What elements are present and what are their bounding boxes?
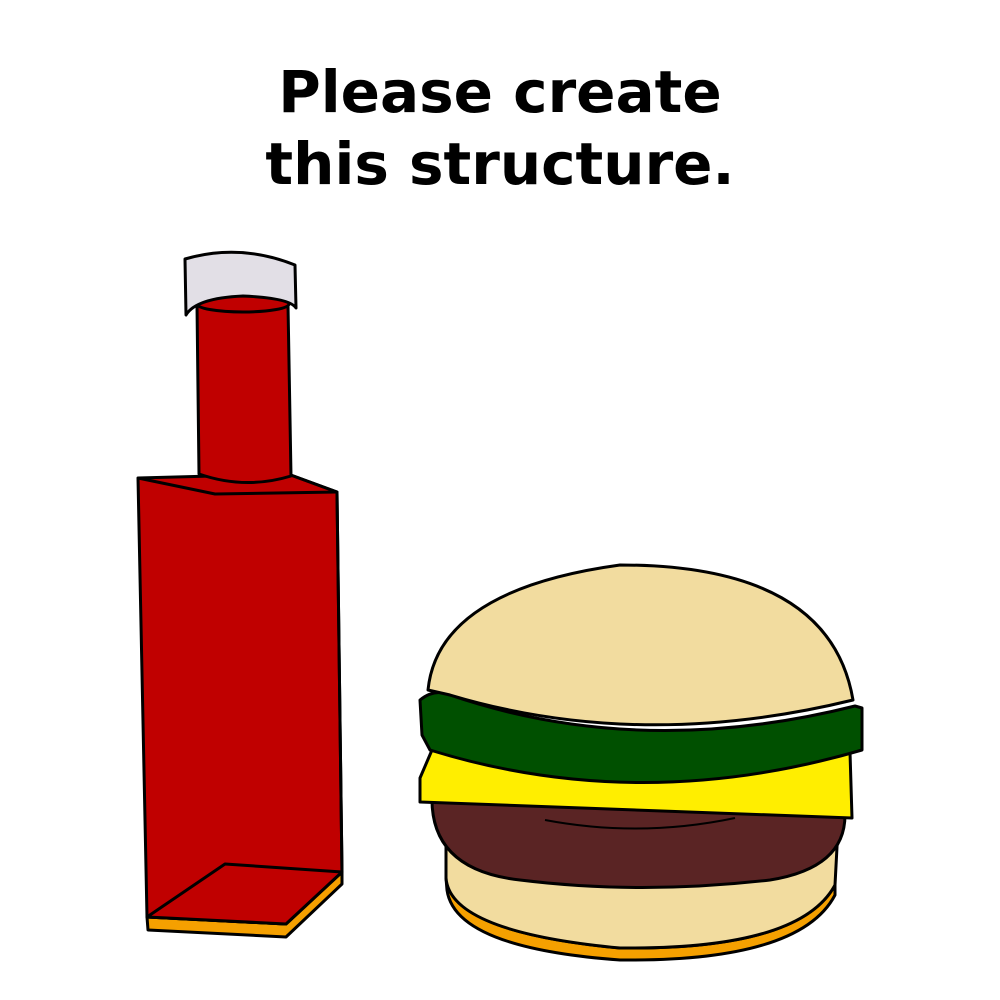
illustration xyxy=(136,250,864,962)
ketchup-bottle-icon xyxy=(136,250,344,939)
bun-top xyxy=(426,563,855,727)
bottle-neck xyxy=(195,303,293,484)
hamburger-icon xyxy=(418,563,864,962)
canvas: Please create this structure. xyxy=(0,0,1000,1000)
bottle-body xyxy=(136,472,344,926)
